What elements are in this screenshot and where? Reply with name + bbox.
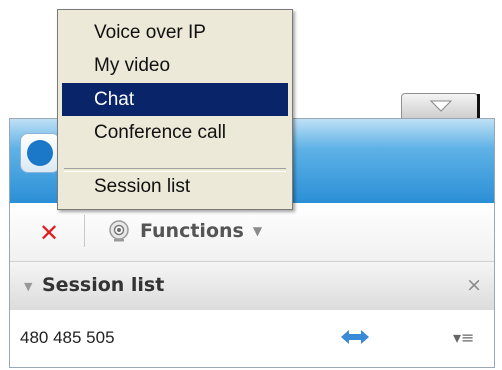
menu-item-voice-over-ip[interactable]: Voice over IP: [62, 16, 288, 49]
close-x-icon[interactable]: ✕: [39, 221, 59, 245]
menu-item-chat[interactable]: Chat: [62, 83, 288, 116]
menu-item-my-video[interactable]: My video: [62, 49, 288, 82]
teamviewer-logo-icon: [20, 133, 60, 173]
menu-item-session-list[interactable]: Session list: [62, 170, 288, 203]
chevron-down-icon: [430, 100, 452, 112]
menu-item-conference-call[interactable]: Conference call: [62, 116, 288, 149]
session-list-title: Session list: [42, 274, 165, 296]
session-row[interactable]: 480 485 505 ▾≡: [10, 310, 494, 367]
functions-button[interactable]: Functions ▼: [108, 218, 262, 244]
panel-toggle-tab[interactable]: [401, 93, 480, 122]
session-list-header: ▼ Session list ×: [10, 262, 494, 311]
chevron-down-icon: ▼: [252, 224, 263, 238]
toolbar: ✕ Functions ▼: [10, 203, 494, 262]
session-id: 480 485 505: [20, 328, 115, 347]
list-menu-icon[interactable]: ▾≡: [453, 328, 474, 347]
functions-dropdown-menu: Voice over IP My video Chat Conference c…: [57, 9, 293, 210]
functions-label: Functions: [140, 220, 244, 242]
collapse-triangle-icon[interactable]: ▼: [24, 280, 32, 293]
webcam-icon: [109, 220, 129, 242]
swap-arrows-icon[interactable]: [341, 329, 369, 345]
close-icon[interactable]: ×: [466, 274, 482, 296]
toolbar-divider: [84, 215, 85, 247]
